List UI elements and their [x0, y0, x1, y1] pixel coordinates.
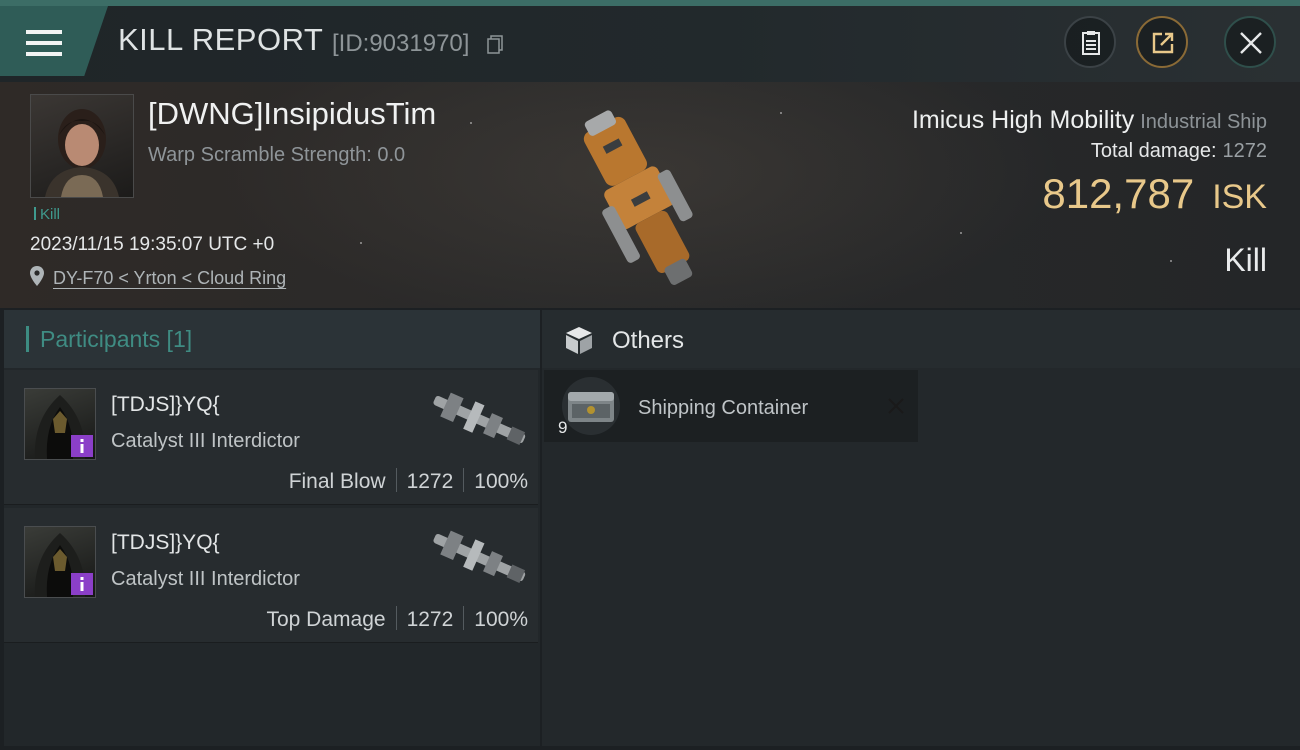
participant-damage: 1272 [406, 470, 454, 493]
participant-badge [71, 435, 93, 457]
isk-unit: ISK [1212, 178, 1267, 216]
header-accent-line [0, 0, 1300, 6]
victim-banner: [DWNG]InsipidusTim Warp Scramble Strengt… [0, 82, 1300, 308]
clipboard-icon [1082, 31, 1100, 55]
others-title: Others [612, 327, 685, 354]
total-damage-value: 1272 [1222, 140, 1268, 162]
victim-name[interactable]: [DWNG]InsipidusTim [148, 96, 436, 132]
participant-name[interactable]: [TDJS]}YQ{ [111, 531, 220, 555]
kill-tag: Kill [34, 206, 60, 223]
star [960, 232, 962, 234]
menu-button[interactable] [0, 6, 108, 76]
header-bar: KILL REPORT [ID:9031970] [0, 0, 1300, 82]
location-pin-icon [30, 266, 44, 286]
others-header: Others [542, 310, 1300, 368]
total-damage: Total damage: 1272 [1091, 140, 1267, 163]
shipping-container-icon [562, 377, 620, 435]
star [780, 112, 782, 114]
participant-stats: Final Blow 1272 100% [289, 468, 528, 494]
participants-title: Participants [1] [40, 326, 193, 352]
participant-ship: Catalyst III Interdictor [111, 430, 300, 452]
destroyed-x-icon [888, 398, 904, 414]
participants-header: Participants [1] [4, 310, 540, 368]
participants-accent [26, 326, 29, 352]
kill-datetime: 2023/11/15 19:35:07 UTC +0 [30, 234, 275, 255]
kill-report-window: KILL REPORT [ID:9031970] [DWNG]Insipidus… [0, 0, 1300, 750]
interdictor-ship-image [433, 392, 526, 446]
participant-row[interactable]: [TDJS]}YQ{ Catalyst III Interdictor Top … [4, 508, 538, 643]
participant-role: Top Damage [266, 608, 386, 631]
item-quantity: 9 [558, 418, 568, 437]
others-panel: Others 9 Shipping Container [542, 310, 1300, 746]
participant-percent: 100% [474, 470, 528, 493]
participant-portrait[interactable] [24, 526, 96, 598]
star [470, 122, 472, 124]
report-result: Kill [1224, 242, 1267, 278]
ship-render-image [583, 110, 693, 285]
participant-row[interactable]: [TDJS]}YQ{ Catalyst III Interdictor Fina… [4, 370, 538, 505]
participant-badge [71, 573, 93, 595]
pilot-portrait-image [45, 109, 119, 197]
participant-damage: 1272 [406, 608, 454, 631]
menu-icon [26, 30, 62, 56]
isk-value: 812,787 [1042, 170, 1195, 217]
participants-panel: Participants [1] [TDJS]}YQ{ Catalyst III… [4, 310, 540, 746]
clipboard-button[interactable] [1064, 16, 1116, 68]
page-title: KILL REPORT [118, 22, 324, 57]
share-icon [1152, 32, 1174, 54]
info-icon [80, 577, 84, 591]
info-icon [80, 439, 84, 453]
ship-info: Imicus High Mobility Industrial Ship [912, 106, 1267, 135]
participant-role: Final Blow [288, 470, 386, 493]
ship-name[interactable]: Imicus High Mobility [912, 106, 1134, 134]
warp-scramble-strength: Warp Scramble Strength: 0.0 [148, 144, 406, 166]
copy-icon[interactable] [487, 35, 503, 54]
participant-name[interactable]: [TDJS]}YQ{ [111, 393, 220, 417]
share-button[interactable] [1136, 16, 1188, 68]
close-button[interactable] [1224, 16, 1276, 68]
star [360, 242, 362, 244]
victim-portrait[interactable] [30, 94, 134, 198]
participant-ship: Catalyst III Interdictor [111, 568, 300, 590]
item-name: Shipping Container [638, 397, 809, 419]
item-row[interactable]: 9 Shipping Container [544, 370, 918, 442]
isk-value-line: 812,787 ISK [1042, 170, 1267, 218]
interdictor-ship-image [433, 530, 526, 584]
report-id: [ID:9031970] [332, 30, 470, 57]
star [1170, 260, 1172, 262]
location-link[interactable]: DY-F70 < Yrton < Cloud Ring [53, 268, 286, 289]
participant-portrait[interactable] [24, 388, 96, 460]
participant-percent: 100% [474, 608, 528, 631]
cargo-box-icon [566, 327, 592, 354]
participant-stats: Top Damage 1272 100% [266, 606, 528, 632]
kill-tag-label: Kill [40, 206, 61, 223]
total-damage-label: Total damage: [1090, 140, 1217, 162]
ship-class: Industrial Ship [1140, 111, 1267, 133]
close-icon [1240, 32, 1262, 54]
